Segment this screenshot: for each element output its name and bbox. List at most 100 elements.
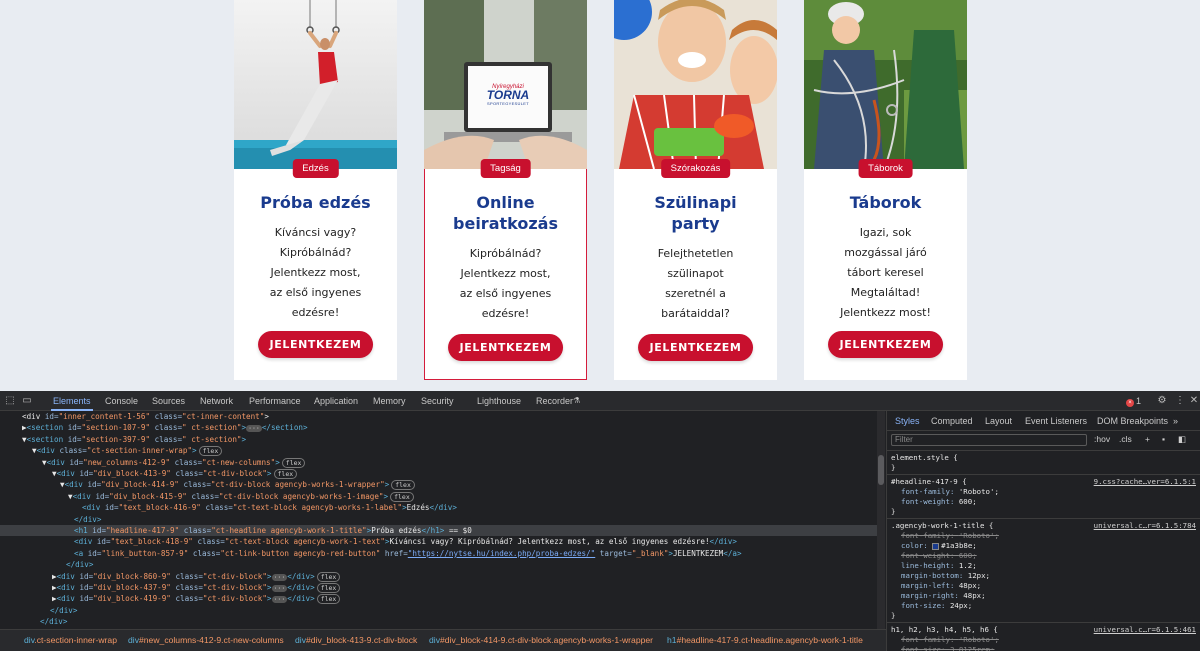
sidebar-toggle-icon[interactable]: ◧ (1178, 434, 1186, 445)
dom-node[interactable]: <div id="text_block-418-9" class="ct-tex… (0, 536, 737, 547)
dom-node[interactable]: ▼<div id="div_block-415-9" class="ct-div… (0, 491, 414, 502)
css-source-link[interactable]: universal.c…r=6.1.5:461 (1094, 625, 1196, 635)
dom-node[interactable]: <div id="inner_content-1-56" class="ct-i… (0, 411, 269, 422)
flex-badge[interactable]: flex (281, 457, 306, 468)
breadcrumb-item[interactable]: div#div_block-413-9.ct-div-block (295, 630, 417, 650)
css-declaration[interactable]: font-size: 24px; (901, 601, 972, 611)
jelentkezem-button[interactable]: JELENTKEZEM (637, 334, 754, 361)
css-selector[interactable]: h1, h2, h3, h4, h5, h6 { (891, 625, 998, 635)
flex-badge[interactable]: flex (316, 583, 341, 593)
cls-toggle[interactable]: .cls (1119, 434, 1132, 444)
expand-ellipsis[interactable]: ··· (271, 585, 288, 592)
breadcrumb-item[interactable]: div.ct-section-inner-wrap (24, 630, 117, 650)
css-selector[interactable]: .agencyb-work-1-title { (891, 521, 993, 531)
css-source-link[interactable]: 9.css?cache…ver=6.1.5:1 (1094, 477, 1196, 487)
breadcrumb-item-selected[interactable]: h1#headline-417-9.ct-headline.agencyb-wo… (667, 630, 863, 650)
dom-node[interactable]: ▼<div id="new_columns-412-9" class="ct-n… (0, 457, 306, 468)
more-options-icon[interactable]: ⋮ (1174, 395, 1186, 407)
dom-node[interactable]: <div id="text_block-416-9" class="ct-tex… (0, 502, 457, 513)
scrollbar-thumb[interactable] (878, 455, 884, 485)
css-selector[interactable]: #headline-417-9 { (891, 477, 967, 487)
dom-node[interactable]: ▼<section id="section-397-9" class=" ct-… (0, 434, 246, 445)
tab-layout[interactable]: Layout (985, 416, 1012, 426)
dom-node[interactable]: ▼<div id="div_block-413-9" class="ct-div… (0, 468, 298, 479)
tab-event-listeners[interactable]: Event Listeners (1025, 416, 1087, 426)
styles-filter-input[interactable]: Filter (891, 434, 1087, 446)
dom-node[interactable]: ▶<div id="div_block-419-9" class="ct-div… (0, 593, 341, 605)
flex-badge[interactable]: flex (316, 594, 341, 605)
code-token: <section (26, 423, 68, 433)
breadcrumb-item[interactable]: div#new_columns-412-9.ct-new-columns (128, 630, 284, 650)
css-source-link[interactable]: universal.c…r=6.1.5:784 (1094, 521, 1196, 531)
dom-node[interactable]: </div> (0, 559, 93, 570)
css-declaration[interactable]: font-weight: 600; (901, 497, 977, 507)
dom-node[interactable]: <a id="link_button-857-9" class="ct-link… (0, 548, 742, 559)
code-token: "ct-inner-content" (182, 412, 265, 421)
expand-ellipsis[interactable]: ··· (271, 596, 288, 604)
paint-brush-icon[interactable]: ▪ (1162, 434, 1165, 444)
breadcrumb-item[interactable]: div#div_block-414-9.ct-div-block.agencyb… (429, 630, 653, 650)
css-declaration[interactable]: font-weight: 600; (901, 551, 977, 561)
close-icon[interactable]: ✕ (1188, 395, 1200, 407)
tab-network[interactable]: Network (200, 396, 233, 406)
tab-styles[interactable]: Styles (895, 416, 920, 426)
error-counter[interactable]: × 1 (1126, 396, 1141, 407)
tab-elements[interactable]: Elements (51, 396, 93, 411)
card-text-line: Igazi, sok (859, 226, 912, 239)
css-declaration[interactable]: color: #1a3b8e; (901, 541, 977, 551)
css-value: 48px; (958, 581, 982, 590)
dom-node[interactable]: ▼<div class="ct-section-inner-wrap"> flex (0, 445, 223, 457)
css-selector[interactable]: element.style { (891, 453, 958, 463)
expand-ellipsis[interactable]: ··· (271, 573, 288, 581)
css-declaration[interactable]: font-family: 'Roboto'; (901, 531, 999, 541)
color-swatch[interactable] (932, 542, 940, 550)
tab-recorder[interactable]: Recorder (536, 396, 573, 406)
dom-node[interactable]: ▶<section id="section-107-9" class=" ct-… (0, 422, 308, 433)
flex-badge[interactable]: flex (198, 446, 223, 457)
flex-badge[interactable]: flex (316, 571, 341, 582)
dom-node[interactable]: ▶<div id="div_block-437-9" class="ct-div… (0, 582, 341, 593)
dom-node[interactable]: ▼<div id="div_block-414-9" class="ct-div… (0, 479, 415, 491)
tab-dom-breakpoints[interactable]: DOM Breakpoints (1097, 416, 1168, 426)
settings-gear-icon[interactable]: ⚙ (1156, 395, 1168, 407)
css-declaration[interactable]: line-height: 1.2; (901, 561, 977, 571)
css-declaration[interactable]: font-size: 3.8125rem; (901, 645, 994, 651)
more-tabs-icon[interactable]: » (1173, 416, 1178, 426)
dom-node[interactable]: </div> (0, 514, 101, 525)
tab-computed[interactable]: Computed (931, 416, 973, 426)
dom-node[interactable]: ▶<div id="div_block-860-9" class="ct-div… (0, 571, 341, 582)
tab-console[interactable]: Console (105, 396, 138, 406)
card-text-line: szülinapot (667, 267, 724, 280)
tab-application[interactable]: Application (314, 396, 358, 406)
dom-node[interactable]: </div> (0, 616, 67, 627)
elements-dom-tree[interactable]: <div id="inner_content-1-56" class="ct-i… (0, 411, 878, 629)
card-text-line: az első ingyenes (269, 286, 362, 299)
elements-scrollbar[interactable] (877, 411, 885, 629)
device-toolbar-icon[interactable]: ▭ (21, 395, 33, 407)
dom-node[interactable]: </div> (0, 605, 77, 616)
expand-ellipsis[interactable]: ··· (246, 425, 262, 433)
tab-security[interactable]: Security (421, 396, 454, 406)
inspect-element-icon[interactable]: ⬚ (4, 395, 16, 407)
href-link[interactable]: "https://nytse.hu/index.php/proba-edzes/… (408, 549, 595, 558)
dom-node-selected[interactable]: <h1 id="headline-417-9" class="ct-headli… (0, 525, 878, 536)
css-declaration[interactable]: font-family: 'Roboto'; (901, 635, 999, 645)
flex-badge[interactable]: flex (273, 469, 298, 479)
tab-lighthouse[interactable]: Lighthouse (477, 396, 521, 406)
code-token: "ct-text-block agencyb-works-1-label" (232, 503, 403, 513)
new-rule-icon[interactable]: + (1145, 434, 1150, 444)
jelentkezem-button[interactable]: JELENTKEZEM (447, 334, 564, 361)
hov-toggle[interactable]: :hov (1094, 434, 1110, 444)
tab-memory[interactable]: Memory (373, 396, 406, 406)
tab-performance[interactable]: Performance (249, 396, 301, 406)
flex-badge[interactable]: flex (391, 480, 415, 491)
css-declaration[interactable]: margin-right: 48px; (901, 591, 986, 601)
flex-badge[interactable]: flex (390, 491, 414, 502)
css-declaration[interactable]: margin-left: 48px; (901, 581, 981, 591)
tab-sources[interactable]: Sources (152, 396, 185, 406)
jelentkezem-button[interactable]: JELENTKEZEM (827, 331, 944, 358)
card-text: Kipróbálnád? Jelentkezz most, az első in… (438, 244, 573, 324)
jelentkezem-button[interactable]: JELENTKEZEM (257, 331, 374, 358)
css-declaration[interactable]: margin-bottom: 12px; (901, 571, 990, 581)
css-declaration[interactable]: font-family: 'Roboto'; (901, 487, 999, 497)
